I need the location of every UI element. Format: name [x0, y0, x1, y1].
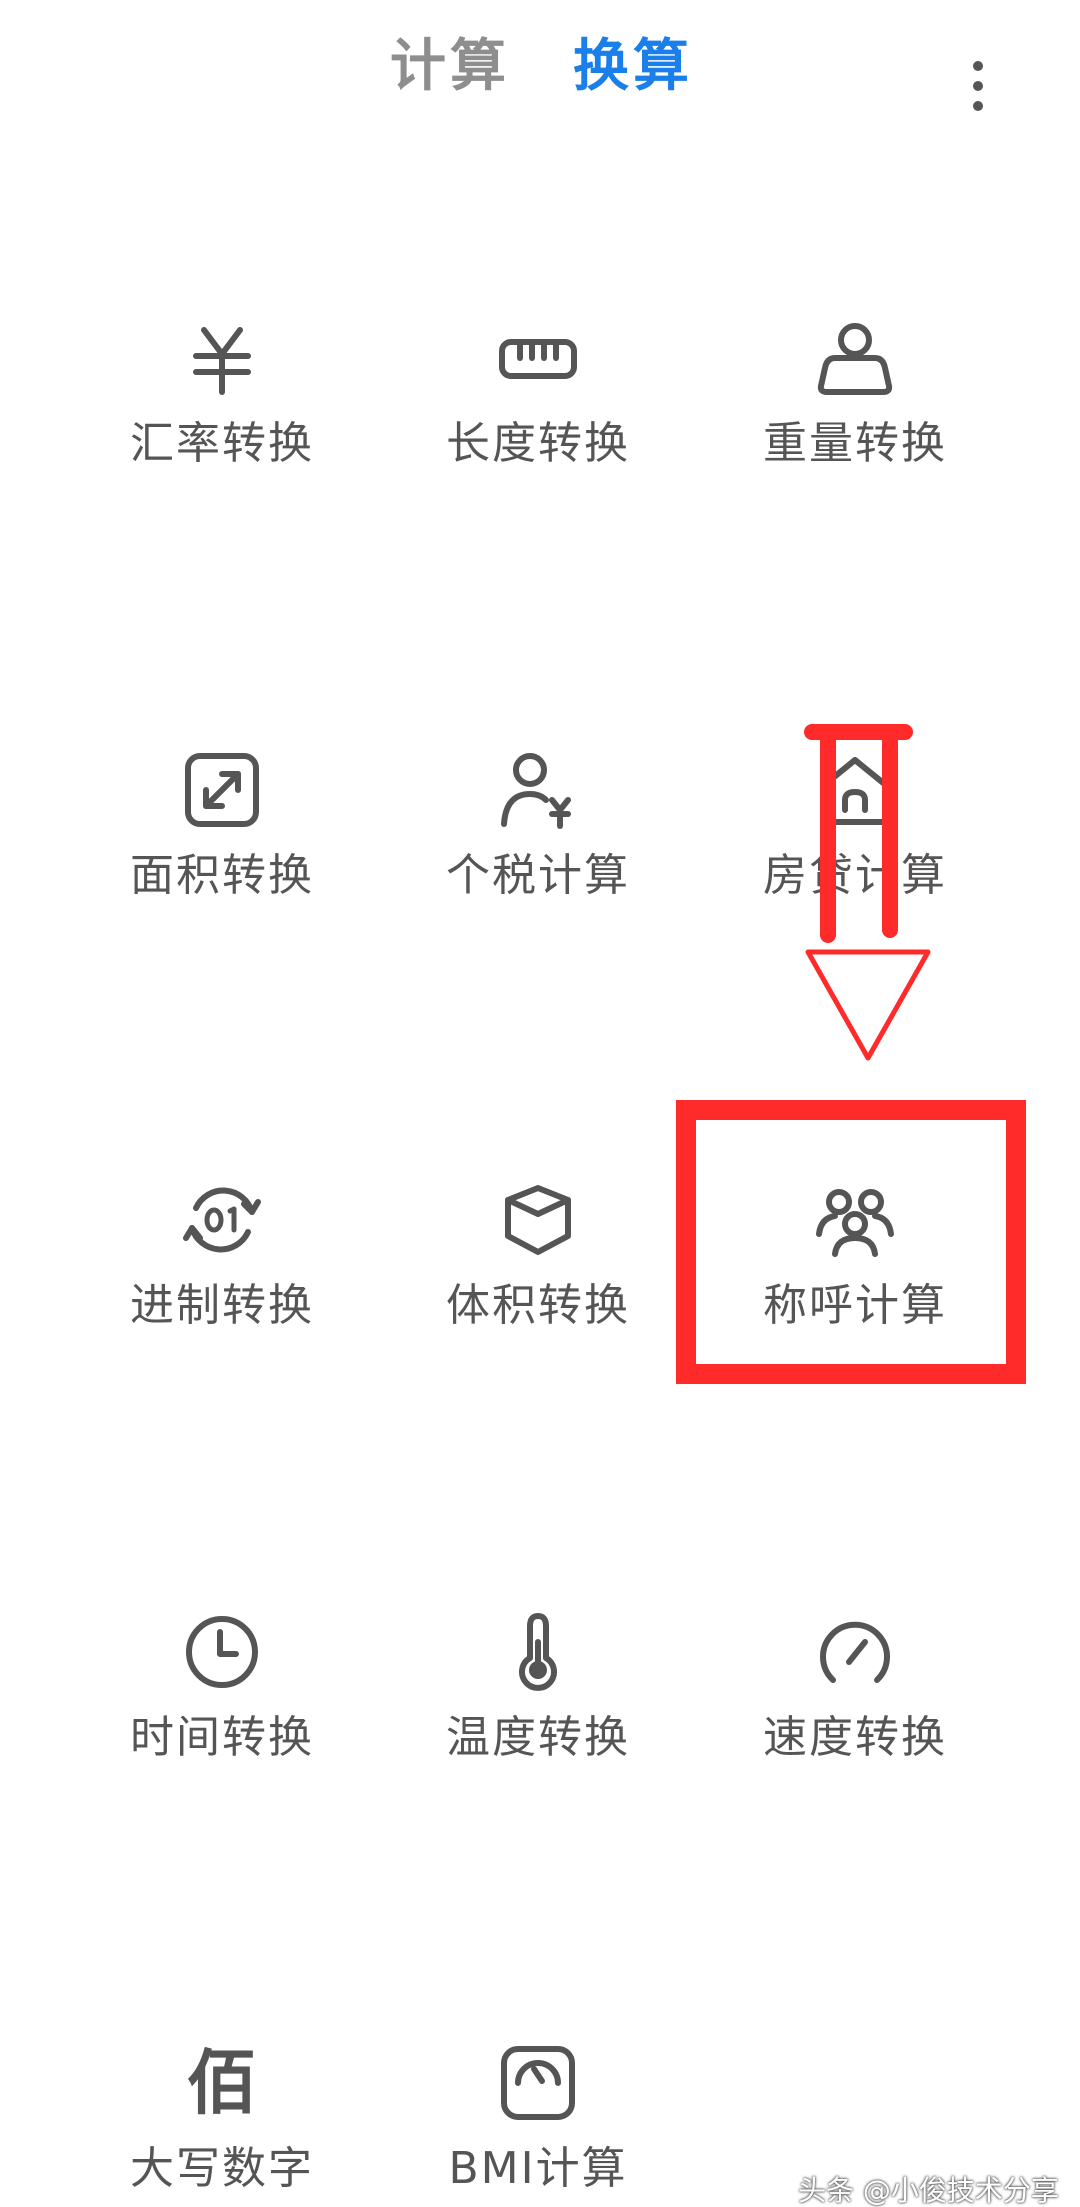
grid-item-label: 称呼计算 [763, 1280, 947, 1331]
area-expand-icon [182, 750, 262, 830]
ruler-icon [498, 318, 578, 398]
binary-cycle-icon [182, 1180, 262, 1260]
converter-page: 计算 换算 汇率转换 长度转换 重量转换 面积转换 个税计算 房贷计算 进制转换… [0, 0, 1080, 2207]
grid-item-label: 进制转换 [130, 1280, 314, 1331]
grid-item-label: 个税计算 [446, 850, 630, 901]
grid-item-volume[interactable]: 体积转换 [383, 1180, 683, 1380]
grid-item-exchange-rate[interactable]: 汇率转换 [67, 318, 367, 518]
cube-icon [498, 1180, 578, 1260]
people-group-icon [815, 1180, 895, 1260]
grid-item-weight[interactable]: 重量转换 [700, 318, 1000, 518]
grid-item-number-base[interactable]: 进制转换 [67, 1180, 367, 1380]
weight-icon [815, 318, 895, 398]
grid-item-label: 时间转换 [130, 1712, 314, 1763]
grid-item-label: 温度转换 [446, 1712, 630, 1763]
converter-grid: 汇率转换 长度转换 重量转换 面积转换 个税计算 房贷计算 进制转换 体积转换 … [0, 0, 1080, 2207]
capital-number-glyph: 佰 [187, 2042, 257, 2124]
currency-yuan-icon [182, 318, 262, 398]
grid-item-relative-title[interactable]: 称呼计算 [700, 1180, 1000, 1380]
grid-item-label: 汇率转换 [130, 418, 314, 469]
grid-item-temperature[interactable]: 温度转换 [383, 1612, 683, 1812]
grid-item-income-tax[interactable]: 个税计算 [383, 750, 683, 950]
speedometer-icon [815, 1612, 895, 1692]
grid-item-bmi[interactable]: BMI计算 [383, 2043, 683, 2207]
person-tax-icon [498, 750, 578, 830]
grid-item-length[interactable]: 长度转换 [383, 318, 683, 518]
grid-item-label: BMI计算 [448, 2143, 628, 2194]
grid-item-speed[interactable]: 速度转换 [700, 1612, 1000, 1812]
clock-icon [182, 1612, 262, 1692]
thermometer-icon [498, 1612, 578, 1692]
grid-item-mortgage[interactable]: 房贷计算 [700, 750, 1000, 950]
watermark: 头条 @小俊技术分享 [798, 2174, 1059, 2207]
grid-item-label: 大写数字 [130, 2143, 314, 2194]
house-icon [815, 750, 895, 830]
grid-item-capital-number[interactable]: 佰 大写数字 [67, 2043, 367, 2207]
grid-item-label: 面积转换 [130, 850, 314, 901]
grid-item-label: 体积转换 [446, 1280, 630, 1331]
grid-item-area[interactable]: 面积转换 [67, 750, 367, 950]
grid-item-time[interactable]: 时间转换 [67, 1612, 367, 1812]
grid-item-label: 重量转换 [763, 418, 947, 469]
scale-gauge-icon [498, 2043, 578, 2123]
grid-item-label: 房贷计算 [763, 850, 947, 901]
grid-item-label: 速度转换 [763, 1712, 947, 1763]
capital-number-icon: 佰 [182, 2043, 262, 2123]
grid-item-label: 长度转换 [446, 418, 630, 469]
